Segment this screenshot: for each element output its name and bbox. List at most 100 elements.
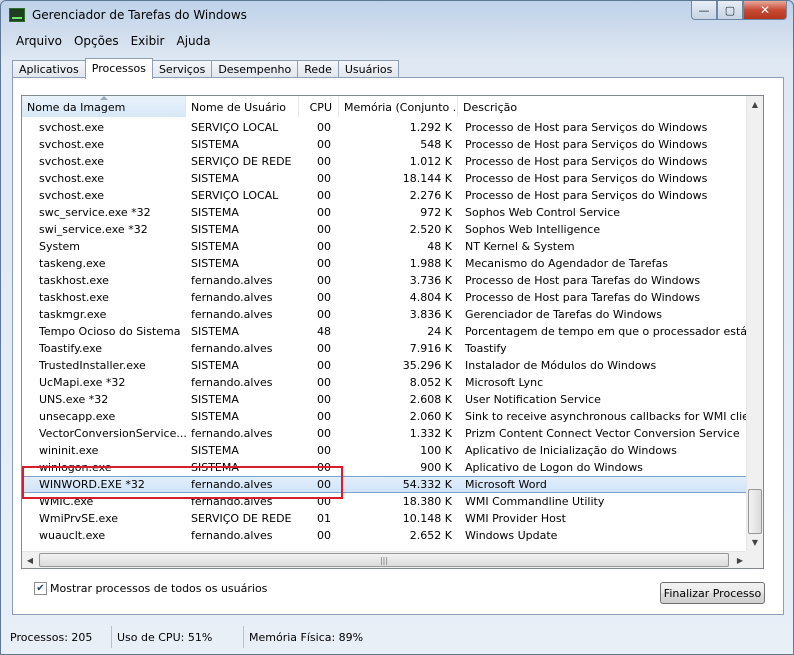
title-bar[interactable]: Gerenciador de Tarefas do Windows — ▢ ✕ bbox=[1, 1, 793, 29]
process-name-cell: wuauclt.exe bbox=[39, 529, 106, 542]
show-all-users-label: Mostrar processos de todos os usuários bbox=[50, 582, 268, 595]
memory-cell: 3.736 K bbox=[409, 274, 452, 287]
window-title: Gerenciador de Tarefas do Windows bbox=[32, 8, 247, 22]
memory-cell: 100 K bbox=[420, 444, 452, 457]
close-button[interactable]: ✕ bbox=[743, 1, 787, 20]
memory-cell: 2.520 K bbox=[409, 223, 452, 236]
process-name-cell: svchost.exe bbox=[39, 172, 105, 185]
process-name-cell: taskmgr.exe bbox=[39, 308, 107, 321]
description-cell: Processo de Host para Tarefas do Windows bbox=[465, 274, 701, 287]
cpu-cell: 00 bbox=[317, 223, 331, 236]
memory-cell: 48 K bbox=[427, 240, 452, 253]
horizontal-scrollbar[interactable]: ◀ ||| ▶ bbox=[22, 551, 748, 568]
tab-strip: Aplicativos Processos Serviços Desempenh… bbox=[12, 58, 400, 79]
scroll-left-arrow-icon[interactable]: ◀ bbox=[22, 552, 38, 568]
table-row[interactable]: svchost.exe SERVIÇO LOCAL 00 2.276 K Process… bbox=[22, 187, 748, 204]
cpu-cell: 01 bbox=[317, 512, 331, 525]
description-cell: Prizm Content Connect Vector Conversion … bbox=[465, 427, 740, 440]
vertical-scrollbar[interactable]: ▲ ▼ bbox=[746, 96, 763, 551]
process-name-cell: Toastify.exe bbox=[39, 342, 103, 355]
table-row[interactable]: svchost.exe SISTEMA 00 548 K Processo de Hos… bbox=[22, 136, 748, 153]
scroll-down-arrow-icon[interactable]: ▼ bbox=[747, 534, 763, 551]
table-row[interactable]: VectorConversionService.... fernando.alve… bbox=[22, 425, 748, 442]
user-name-cell: SISTEMA bbox=[191, 393, 239, 406]
minimize-button[interactable]: — bbox=[691, 1, 717, 20]
memory-cell: 54.332 K bbox=[402, 478, 452, 491]
memory-cell: 8.052 K bbox=[409, 376, 452, 389]
process-name-cell: WmiPrvSE.exe bbox=[39, 512, 119, 525]
description-cell: Processo de Host para Serviços do Window… bbox=[465, 138, 708, 151]
memory-cell: 2.276 K bbox=[409, 189, 452, 202]
annotation-highlight-box bbox=[22, 466, 343, 499]
scroll-up-arrow-icon[interactable]: ▲ bbox=[747, 96, 763, 113]
horizontal-scroll-thumb[interactable]: ||| bbox=[39, 553, 729, 567]
vertical-scroll-thumb[interactable] bbox=[748, 489, 762, 534]
column-header-user-name[interactable]: Nome de Usuário bbox=[186, 96, 299, 117]
process-name-cell: svchost.exe bbox=[39, 121, 105, 134]
table-row[interactable]: svchost.exe SERVIÇO LOCAL 00 1.292 K Process… bbox=[22, 119, 748, 136]
table-row[interactable]: Tempo Ocioso do Sistema SISTEMA 48 24 K Porc… bbox=[22, 323, 748, 340]
description-cell: Processo de Host para Serviços do Window… bbox=[465, 189, 708, 202]
memory-cell: 900 K bbox=[420, 461, 452, 474]
cpu-cell: 00 bbox=[317, 155, 331, 168]
process-name-cell: svchost.exe bbox=[39, 155, 105, 168]
description-cell: Porcentagem de tempo em que o processado… bbox=[465, 325, 748, 338]
user-name-cell: SISTEMA bbox=[191, 444, 239, 457]
table-row[interactable]: WmiPrvSE.exe SERVIÇO DE REDE 01 10.148 K WMI… bbox=[22, 510, 748, 527]
table-row[interactable]: svchost.exe SISTEMA 00 18.144 K Processo de … bbox=[22, 170, 748, 187]
column-header-image-name[interactable]: Nome da Imagem bbox=[22, 96, 186, 117]
table-row[interactable]: swc_service.exe *32 SISTEMA 00 972 K Sophos … bbox=[22, 204, 748, 221]
process-name-cell: svchost.exe bbox=[39, 189, 105, 202]
table-row[interactable]: svchost.exe SERVIÇO DE REDE 00 1.012 K Proce… bbox=[22, 153, 748, 170]
menu-arquivo[interactable]: Arquivo bbox=[10, 31, 68, 51]
show-all-users-option[interactable]: ✔ Mostrar processos de todos os usuários bbox=[34, 582, 267, 595]
cpu-cell: 00 bbox=[317, 529, 331, 542]
user-name-cell: SISTEMA bbox=[191, 172, 239, 185]
table-row[interactable]: swi_service.exe *32 SISTEMA 00 2.520 K Sopho… bbox=[22, 221, 748, 238]
table-row[interactable]: wuauclt.exe fernando.alves 00 2.652 K Window… bbox=[22, 527, 748, 544]
menu-exibir[interactable]: Exibir bbox=[125, 31, 171, 51]
column-header-cpu[interactable]: CPU bbox=[299, 96, 339, 117]
menu-bar: Arquivo Opções Exibir Ajuda bbox=[1, 31, 793, 51]
process-name-cell: taskhost.exe bbox=[39, 291, 109, 304]
memory-cell: 7.916 K bbox=[409, 342, 452, 355]
description-cell: Toastify bbox=[465, 342, 507, 355]
show-all-users-checkbox[interactable]: ✔ bbox=[34, 582, 47, 595]
table-row[interactable]: unsecapp.exe SISTEMA 00 2.060 K Sink to rece… bbox=[22, 408, 748, 425]
table-row[interactable]: wininit.exe SISTEMA 00 100 K Aplicativo de I… bbox=[22, 442, 748, 459]
user-name-cell: fernando.alves bbox=[191, 427, 273, 440]
end-process-button[interactable]: Finalizar Processo bbox=[660, 582, 765, 604]
maximize-button[interactable]: ▢ bbox=[717, 1, 743, 20]
tab-processos[interactable]: Processos bbox=[84, 58, 153, 79]
description-cell: Instalador de Módulos do Windows bbox=[465, 359, 657, 372]
menu-opcoes[interactable]: Opções bbox=[68, 31, 125, 51]
column-header-description[interactable]: Descrição bbox=[458, 96, 748, 117]
window-controls: — ▢ ✕ bbox=[691, 1, 787, 21]
memory-cell: 2.060 K bbox=[409, 410, 452, 423]
description-cell: Processo de Host para Serviços do Window… bbox=[465, 121, 708, 134]
description-cell: Processo de Host para Serviços do Window… bbox=[465, 155, 708, 168]
user-name-cell: SISTEMA bbox=[191, 223, 239, 236]
memory-cell: 1.292 K bbox=[409, 121, 452, 134]
table-row[interactable]: taskeng.exe SISTEMA 00 1.988 K Mecanismo do … bbox=[22, 255, 748, 272]
table-row[interactable]: Toastify.exe fernando.alves 00 7.916 K Toast… bbox=[22, 340, 748, 357]
table-row[interactable]: TrustedInstaller.exe SISTEMA 00 35.296 K Ins… bbox=[22, 357, 748, 374]
table-row[interactable]: taskhost.exe fernando.alves 00 4.804 K Proce… bbox=[22, 289, 748, 306]
user-name-cell: SISTEMA bbox=[191, 325, 239, 338]
memory-cell: 1.332 K bbox=[409, 427, 452, 440]
table-row[interactable]: UcMapi.exe *32 fernando.alves 00 8.052 K Mic… bbox=[22, 374, 748, 391]
description-cell: Processo de Host para Tarefas do Windows bbox=[465, 291, 701, 304]
user-name-cell: SISTEMA bbox=[191, 359, 239, 372]
menu-ajuda[interactable]: Ajuda bbox=[170, 31, 216, 51]
column-header-memory[interactable]: Memória (Conjunto ... bbox=[339, 96, 458, 117]
description-cell: Sink to receive asynchronous callbacks f… bbox=[465, 410, 748, 423]
scroll-corner bbox=[746, 551, 763, 568]
task-manager-icon bbox=[9, 8, 25, 22]
memory-cell: 10.148 K bbox=[402, 512, 452, 525]
description-cell: Windows Update bbox=[465, 529, 558, 542]
table-row[interactable]: taskmgr.exe fernando.alves 00 3.836 K Gerenc… bbox=[22, 306, 748, 323]
description-cell: WMI Commandline Utility bbox=[465, 495, 605, 508]
table-row[interactable]: System SISTEMA 00 48 K NT Kernel & System bbox=[22, 238, 748, 255]
table-row[interactable]: taskhost.exe fernando.alves 00 3.736 K Proce… bbox=[22, 272, 748, 289]
table-row[interactable]: UNS.exe *32 SISTEMA 00 2.608 K User Notifica… bbox=[22, 391, 748, 408]
